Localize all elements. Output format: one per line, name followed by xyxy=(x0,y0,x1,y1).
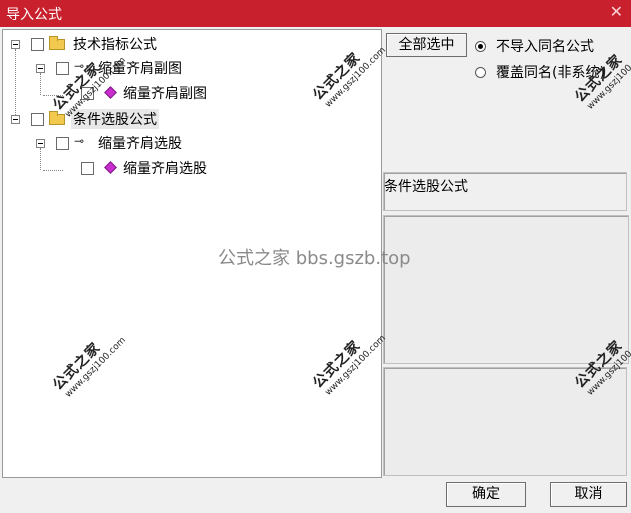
description-title: 条件选股公式 xyxy=(384,179,468,195)
key-icon: ⊸ xyxy=(74,134,85,148)
center-watermark: 公式之家 bbs.gszb.top xyxy=(218,248,411,269)
node-label: 缩量齐肩副图 xyxy=(123,86,207,102)
radio-unselected-icon xyxy=(475,66,486,78)
radio-label: 不导入同名公式 xyxy=(496,39,594,55)
folder-icon xyxy=(49,36,65,50)
ok-button[interactable]: 确定 xyxy=(446,482,526,507)
node-checkbox[interactable] xyxy=(56,62,69,75)
window-title: 导入公式 xyxy=(6,7,62,23)
tree-node-screening-group[interactable]: ⊸ 缩量齐肩选股 xyxy=(3,133,233,153)
node-checkbox[interactable] xyxy=(31,38,44,51)
collapse-icon[interactable] xyxy=(36,139,45,148)
folder-icon xyxy=(49,111,65,125)
title-bar: 导入公式 ✕ xyxy=(0,0,631,27)
tree-node-screening-formula[interactable]: 缩量齐肩选股 xyxy=(3,158,243,178)
formula-description-area xyxy=(383,215,629,364)
radio-selected-icon xyxy=(475,40,486,52)
tree-node-screening-formulas[interactable]: 条件选股公式 xyxy=(3,109,203,129)
select-all-button[interactable]: 全部选中 xyxy=(386,33,467,57)
radio-skip-duplicates[interactable]: 不导入同名公式 xyxy=(475,36,594,56)
cancel-button[interactable]: 取消 xyxy=(550,482,627,507)
node-label: 缩量齐肩选股 xyxy=(123,161,207,177)
node-checkbox[interactable] xyxy=(56,137,69,150)
collapse-icon[interactable] xyxy=(11,115,20,124)
collapse-icon[interactable] xyxy=(36,64,45,73)
node-checkbox[interactable] xyxy=(31,113,44,126)
node-label: 条件选股公式 xyxy=(71,109,159,129)
tree-node-indicator-formula[interactable]: 缩量齐肩副图 xyxy=(3,83,243,103)
node-checkbox[interactable] xyxy=(81,162,94,175)
collapse-icon[interactable] xyxy=(11,40,20,49)
node-label: 缩量齐肩选股 xyxy=(98,136,182,152)
formula-gem-icon xyxy=(104,86,117,99)
formula-gem-icon xyxy=(104,161,117,174)
close-icon[interactable]: ✕ xyxy=(610,2,623,21)
